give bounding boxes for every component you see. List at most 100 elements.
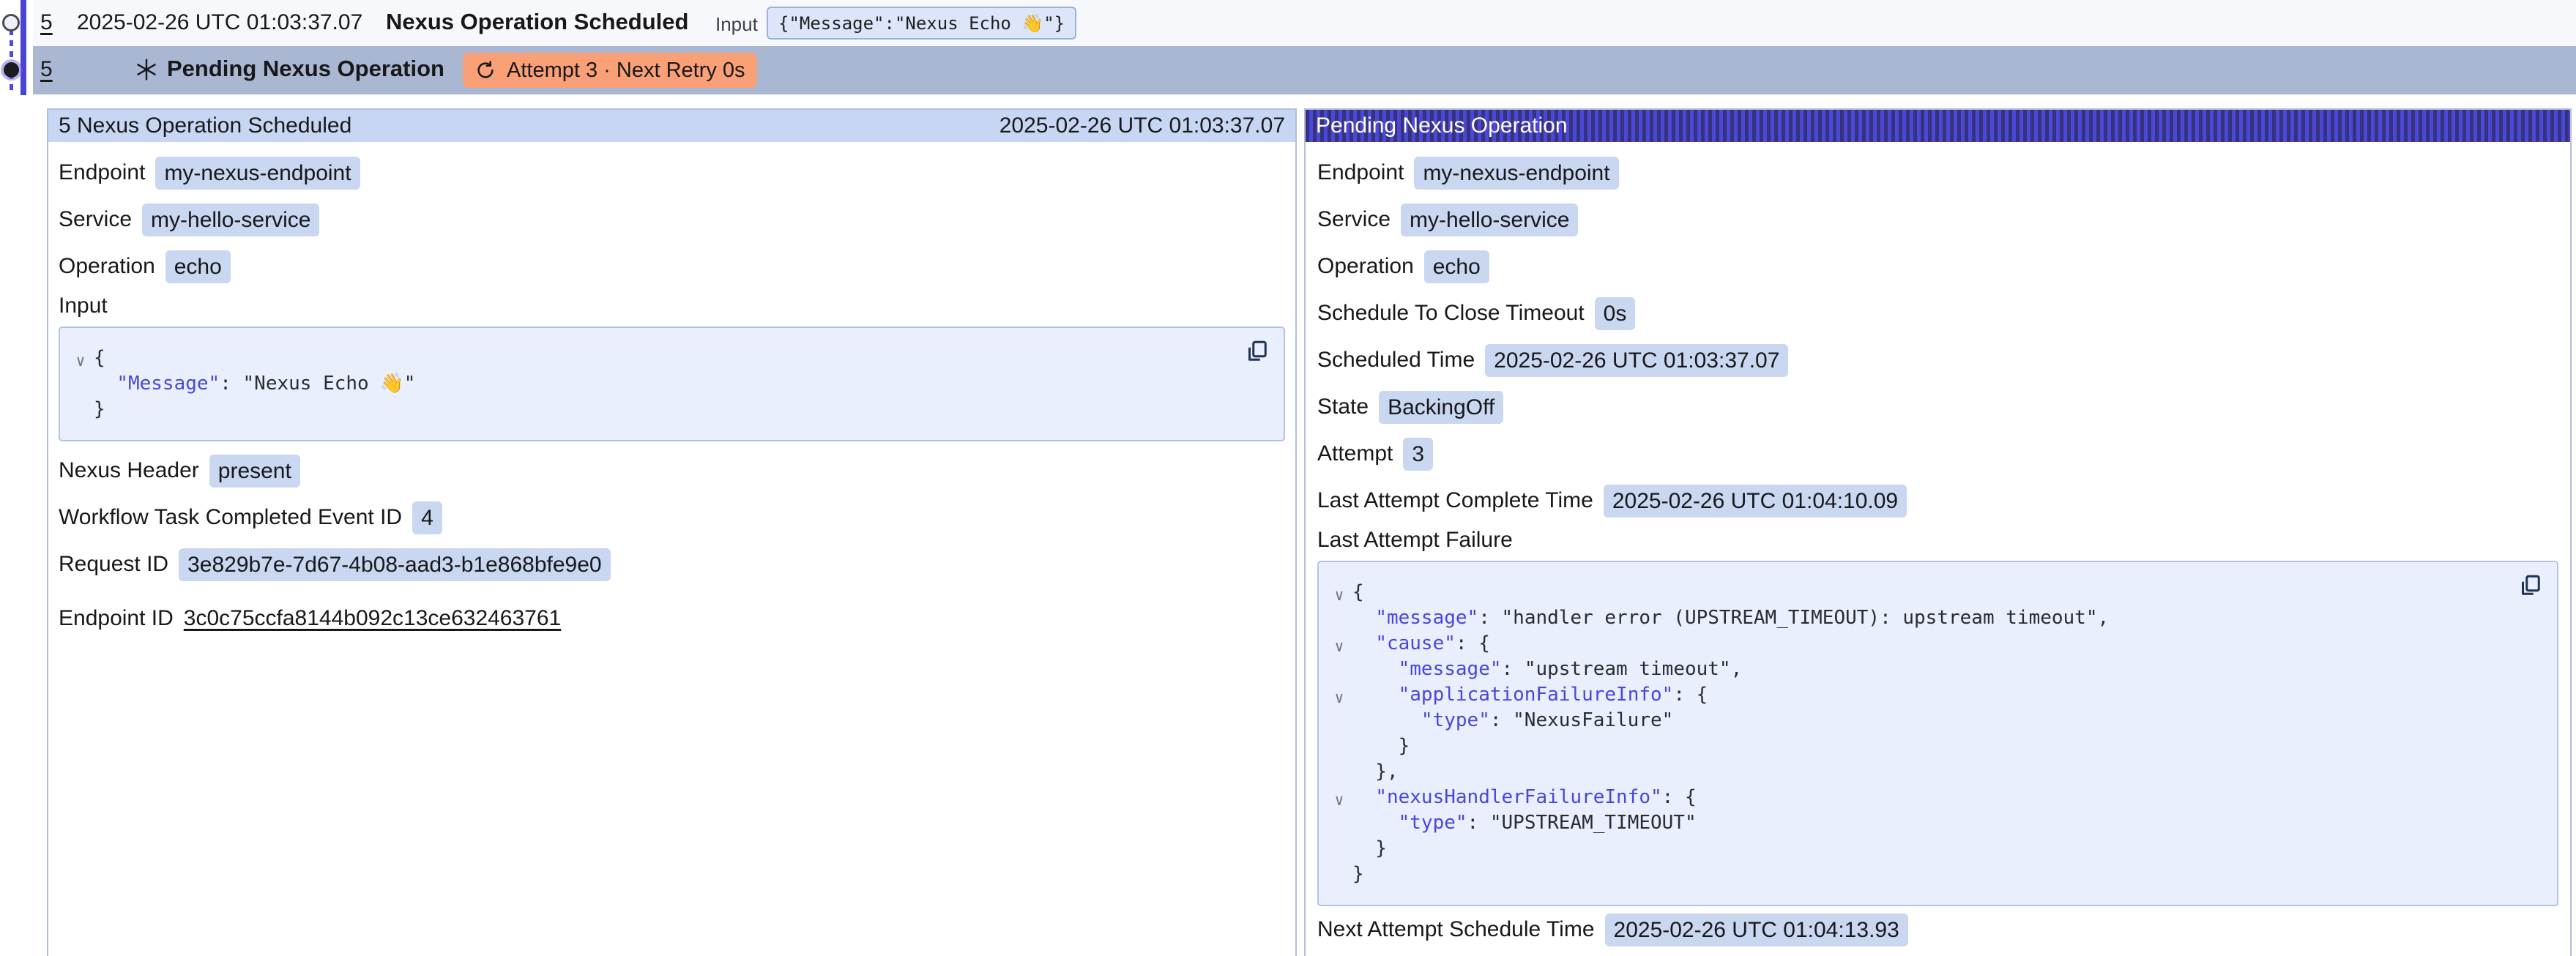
field-label: Nexus Header xyxy=(59,458,199,483)
code-line: } xyxy=(1326,733,2506,759)
code-gutter xyxy=(1326,864,1352,890)
field-service: Service my-hello-service xyxy=(59,196,1285,243)
field-value-badge: present xyxy=(209,455,300,488)
field-label: Next Attempt Schedule Time xyxy=(1317,917,1595,942)
field-endpoint-id: Endpoint ID 3c0c75ccfa8144b092c13ce63246… xyxy=(59,595,1285,642)
code-text: } xyxy=(1352,733,1410,759)
event-detail-body: Endpoint my-nexus-endpoint Service my-he… xyxy=(48,142,1295,642)
field-label: Last Attempt Complete Time xyxy=(1317,488,1593,513)
code-gutter xyxy=(1326,736,1352,762)
code-gutter xyxy=(1326,660,1352,685)
field-nexus-header: Nexus Header present xyxy=(59,447,1285,494)
event-detail-header-title: 5 Nexus Operation Scheduled xyxy=(59,113,351,138)
event-timestamp: 2025-02-26 UTC 01:03:37.07 xyxy=(77,10,362,35)
event-detail-panel: 5 Nexus Operation Scheduled 2025-02-26 U… xyxy=(47,108,1297,956)
field-value-badge: 2025-02-26 UTC 01:03:37.07 xyxy=(1485,344,1788,377)
event-detail-header: 5 Nexus Operation Scheduled 2025-02-26 U… xyxy=(48,110,1295,142)
pending-title: Pending Nexus Operation xyxy=(167,56,444,82)
code-line: "type": "NexusFailure" xyxy=(1326,708,2506,733)
pending-id-link[interactable]: 5 xyxy=(40,57,53,82)
collapse-chevron-icon[interactable]: ∨ xyxy=(67,348,94,374)
code-text: } xyxy=(1352,862,1364,887)
field-value-badge: echo xyxy=(1424,250,1489,283)
field-value-badge: 2025-02-26 UTC 01:04:13.93 xyxy=(1605,914,1908,946)
code-gutter xyxy=(67,400,94,425)
code-line: ∨{ xyxy=(67,346,1232,371)
field-workflow-task-completed-event-id: Workflow Task Completed Event ID 4 xyxy=(59,494,1285,541)
field-value-badge: my-hello-service xyxy=(142,203,319,236)
field-last-attempt-complete-time: Last Attempt Complete Time 2025-02-26 UT… xyxy=(1317,477,2558,524)
field-value-badge: echo xyxy=(165,250,231,283)
event-history-detail-screen: 5 2025-02-26 UTC 01:03:37.07 Nexus Opera… xyxy=(0,0,2576,956)
field-endpoint: Endpoint my-nexus-endpoint xyxy=(59,149,1285,196)
field-label: Attempt xyxy=(1317,441,1393,466)
field-label: Operation xyxy=(59,254,155,279)
failure-json-block: ∨{ "message": "handler error (UPSTREAM_T… xyxy=(1317,561,2558,906)
timeline-active-bar xyxy=(21,0,26,95)
field-value-badge: my-hello-service xyxy=(1401,203,1578,236)
collapse-chevron-icon[interactable]: ∨ xyxy=(1326,788,1352,813)
pending-operation-panel: Pending Nexus Operation Endpoint my-nexu… xyxy=(1304,108,2572,956)
field-value-badge: 4 xyxy=(412,501,442,534)
field-value-badge: 2025-02-26 UTC 01:04:10.09 xyxy=(1604,485,1907,518)
field-label: State xyxy=(1317,395,1369,419)
code-text: }, xyxy=(1352,759,1399,785)
event-id-link[interactable]: 5 xyxy=(40,10,53,35)
field-label: Service xyxy=(1317,207,1391,232)
timeline-node-current-icon xyxy=(4,62,19,78)
collapse-chevron-icon[interactable]: ∨ xyxy=(1326,583,1352,608)
event-title: Nexus Operation Scheduled xyxy=(386,9,688,35)
code-text: } xyxy=(1352,836,1387,862)
code-text: "type": "NexusFailure" xyxy=(1352,708,1673,733)
field-label: Operation xyxy=(1317,254,1414,279)
code-line: } xyxy=(1326,862,2506,887)
pending-panel-header-title: Pending Nexus Operation xyxy=(1316,113,1568,138)
field-state: State BackingOff xyxy=(1317,384,2558,430)
collapse-chevron-icon[interactable]: ∨ xyxy=(1326,634,1352,660)
field-service: Service my-hello-service xyxy=(1317,196,2558,243)
code-line: ∨ "applicationFailureInfo": { xyxy=(1326,682,2506,708)
code-gutter xyxy=(1326,813,1352,839)
field-label: Endpoint xyxy=(1317,160,1404,185)
last-attempt-failure-label: Last Attempt Failure xyxy=(1317,524,2558,556)
event-summary-row[interactable]: 5 2025-02-26 UTC 01:03:37.07 Nexus Opera… xyxy=(33,0,2576,46)
code-line: ∨{ xyxy=(1326,580,2506,605)
copy-button[interactable] xyxy=(2517,572,2545,600)
code-text: { xyxy=(94,346,105,371)
field-value-badge: my-nexus-endpoint xyxy=(1414,157,1618,190)
field-operation: Operation echo xyxy=(1317,243,2558,290)
field-label: Endpoint ID xyxy=(59,606,174,631)
code-gutter xyxy=(1326,608,1352,634)
field-endpoint: Endpoint my-nexus-endpoint xyxy=(1317,149,2558,196)
endpoint-id-link[interactable]: 3c0c75ccfa8144b092c13ce632463761 xyxy=(184,606,561,631)
code-text: } xyxy=(94,397,105,422)
field-value-badge: 3 xyxy=(1403,438,1433,471)
event-detail-header-timestamp: 2025-02-26 UTC 01:03:37.07 xyxy=(999,113,1285,138)
collapse-chevron-icon[interactable]: ∨ xyxy=(1326,685,1352,711)
code-gutter xyxy=(1326,762,1352,788)
field-label: Workflow Task Completed Event ID xyxy=(59,505,402,530)
code-line: "message": "upstream timeout", xyxy=(1326,657,2506,682)
code-line: "Message": "Nexus Echo 👋" xyxy=(67,371,1232,397)
code-line: }, xyxy=(1326,759,2506,785)
code-text: "Message": "Nexus Echo 👋" xyxy=(94,371,415,397)
retry-icon xyxy=(474,59,496,81)
code-line: } xyxy=(1326,836,2506,862)
field-operation: Operation echo xyxy=(59,243,1285,290)
field-label: Service xyxy=(59,207,132,232)
field-value-badge: 3e829b7e-7d67-4b08-aad3-b1e868bfe9e0 xyxy=(179,548,611,581)
code-line: "message": "handler error (UPSTREAM_TIME… xyxy=(1326,605,2506,631)
code-text: "cause": { xyxy=(1352,631,1490,657)
field-label: Request ID xyxy=(59,552,168,577)
pending-operation-row[interactable]: 5 Pending Nexus Operation Attempt 3 · Ne… xyxy=(33,46,2576,94)
code-gutter xyxy=(67,374,94,400)
code-line: ∨ "cause": { xyxy=(1326,631,2506,657)
event-input-badge: {"Message":"Nexus Echo 👋"} xyxy=(767,7,1076,40)
timeline-node-open-icon xyxy=(2,14,20,31)
code-text: "applicationFailureInfo": { xyxy=(1352,682,1708,708)
code-text: "message": "upstream timeout", xyxy=(1352,657,1742,682)
copy-button[interactable] xyxy=(1244,337,1272,365)
field-attempt: Attempt 3 xyxy=(1317,430,2558,477)
event-input-label: Input xyxy=(715,13,758,36)
attempt-retry-text: Attempt 3 · Next Retry 0s xyxy=(507,59,745,83)
